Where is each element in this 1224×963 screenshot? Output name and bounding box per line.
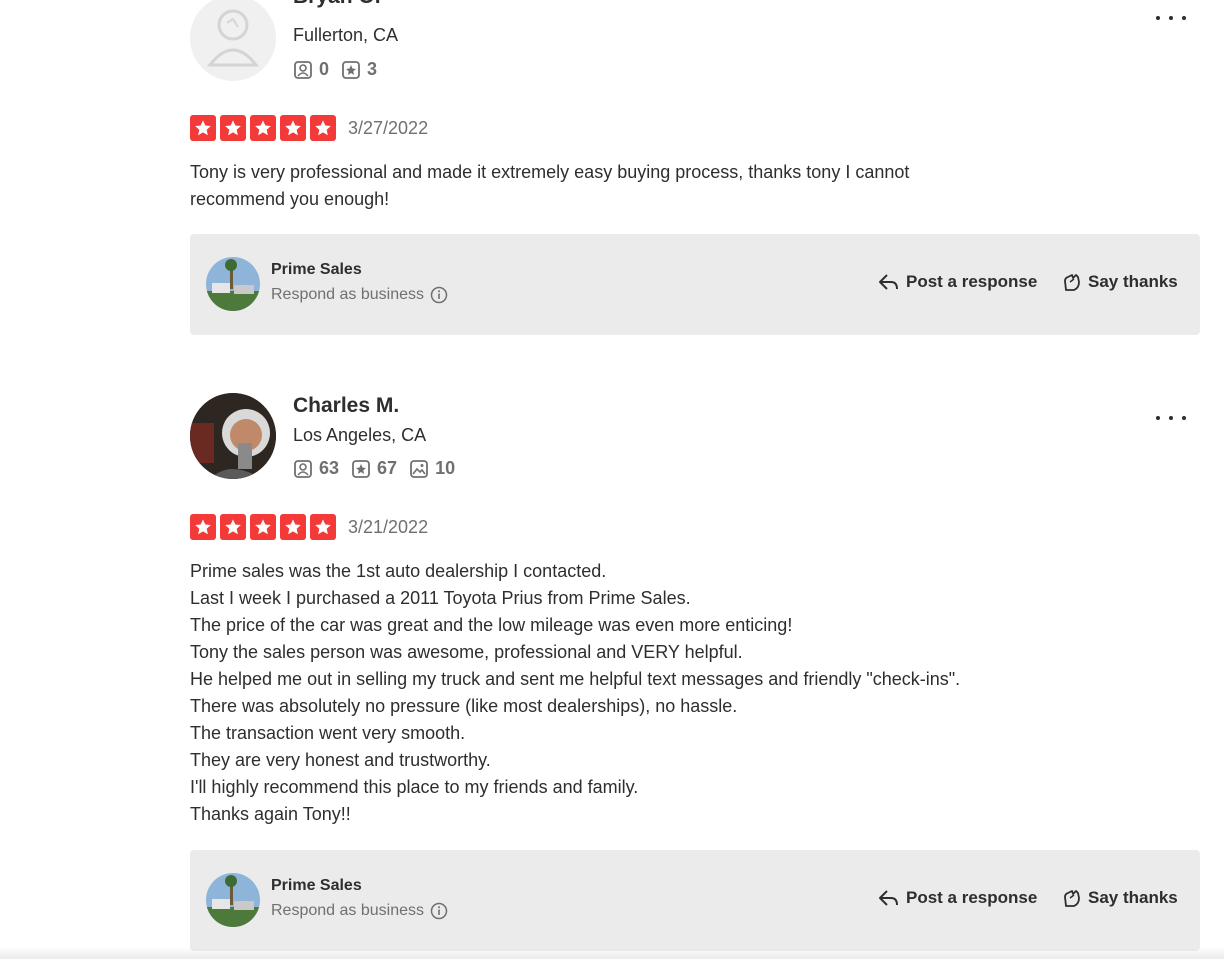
user-name[interactable]: Bryan O. — [293, 0, 381, 9]
reviews-icon — [352, 459, 370, 478]
user-stats: 0 3 — [293, 59, 389, 80]
dot-icon — [1156, 416, 1160, 420]
friends-icon — [294, 459, 312, 478]
say-thanks-label: Say thanks — [1088, 272, 1178, 291]
business-photo-icon — [206, 257, 260, 311]
friends-count-value: 0 — [319, 59, 330, 79]
star-icon — [220, 115, 246, 141]
user-avatar[interactable] — [190, 393, 276, 479]
business-name[interactable]: Prime Sales — [271, 877, 362, 895]
post-response-button[interactable]: Post a response — [878, 272, 1037, 292]
star-icon — [310, 514, 336, 540]
review-card: Charles M. Los Angeles, CA 63 67 10 3/21… — [190, 383, 1200, 963]
respond-as-business-label: Respond as business — [271, 286, 424, 303]
business-photo-icon — [206, 873, 260, 927]
star-icon — [220, 514, 246, 540]
review-text: Prime sales was the 1st auto dealership … — [190, 561, 961, 824]
user-location: Los Angeles, CA — [293, 425, 427, 445]
say-thanks-button[interactable]: Say thanks — [1062, 272, 1178, 292]
user-avatar[interactable] — [190, 0, 276, 81]
post-response-label: Post a response — [906, 888, 1038, 907]
default-avatar-icon — [206, 9, 260, 67]
friends-icon — [294, 60, 312, 79]
info-icon[interactable] — [430, 286, 448, 304]
business-avatar — [206, 257, 260, 311]
photos-count-value: 10 — [435, 458, 456, 478]
respond-as-business: Respond as business — [271, 902, 448, 920]
star-icon — [310, 115, 336, 141]
star-rating: 3/27/2022 — [190, 115, 428, 141]
bottom-shadow — [0, 947, 1224, 959]
thanks-hands-icon — [1064, 274, 1080, 291]
photos-count: 10 — [409, 458, 455, 479]
photos-icon — [410, 459, 428, 478]
reviews-icon — [342, 60, 360, 79]
review-text: Tony is very professional and made it ex… — [190, 162, 910, 209]
reviews-count-value: 3 — [367, 59, 378, 79]
star-icon — [250, 115, 276, 141]
say-thanks-button[interactable]: Say thanks — [1062, 888, 1178, 908]
star-icon — [250, 514, 276, 540]
review-date: 3/21/2022 — [348, 516, 429, 537]
say-thanks-label: Say thanks — [1088, 888, 1178, 907]
business-response-panel: Prime Sales Respond as business Post a r… — [190, 234, 1200, 335]
info-icon[interactable] — [430, 902, 448, 920]
respond-as-business: Respond as business — [271, 286, 448, 304]
business-response-panel: Prime Sales Respond as business Post a r… — [190, 850, 1200, 951]
dot-icon — [1182, 416, 1186, 420]
business-avatar — [206, 873, 260, 927]
respond-as-business-label: Respond as business — [271, 902, 424, 919]
review-card: Bryan O. Fullerton, CA 0 3 3/27/2022 — [190, 0, 1200, 345]
reviews-count: 67 — [351, 458, 397, 479]
reviews-count-value: 67 — [377, 458, 398, 478]
friends-count: 63 — [293, 458, 339, 479]
user-photo-icon — [190, 393, 276, 479]
star-icon — [190, 115, 216, 141]
more-options-button[interactable] — [1156, 408, 1186, 428]
reviews-count: 3 — [341, 59, 377, 80]
review-date: 3/27/2022 — [348, 117, 429, 138]
star-icon — [280, 115, 306, 141]
friends-count: 0 — [293, 59, 329, 80]
reply-icon — [879, 274, 898, 290]
friends-count-value: 63 — [319, 458, 340, 478]
more-options-button[interactable] — [1156, 8, 1186, 28]
star-rating: 3/21/2022 — [190, 514, 428, 540]
business-name[interactable]: Prime Sales — [271, 261, 362, 279]
reply-icon — [879, 890, 898, 906]
dot-icon — [1156, 16, 1160, 20]
post-response-label: Post a response — [906, 272, 1038, 291]
user-stats: 63 67 10 — [293, 458, 467, 479]
star-icon — [190, 514, 216, 540]
dot-icon — [1182, 16, 1186, 20]
user-location: Fullerton, CA — [293, 25, 399, 45]
user-name[interactable]: Charles M. — [293, 394, 399, 418]
dot-icon — [1169, 416, 1173, 420]
thanks-hands-icon — [1064, 890, 1080, 907]
post-response-button[interactable]: Post a response — [878, 888, 1037, 908]
dot-icon — [1169, 16, 1173, 20]
star-icon — [280, 514, 306, 540]
